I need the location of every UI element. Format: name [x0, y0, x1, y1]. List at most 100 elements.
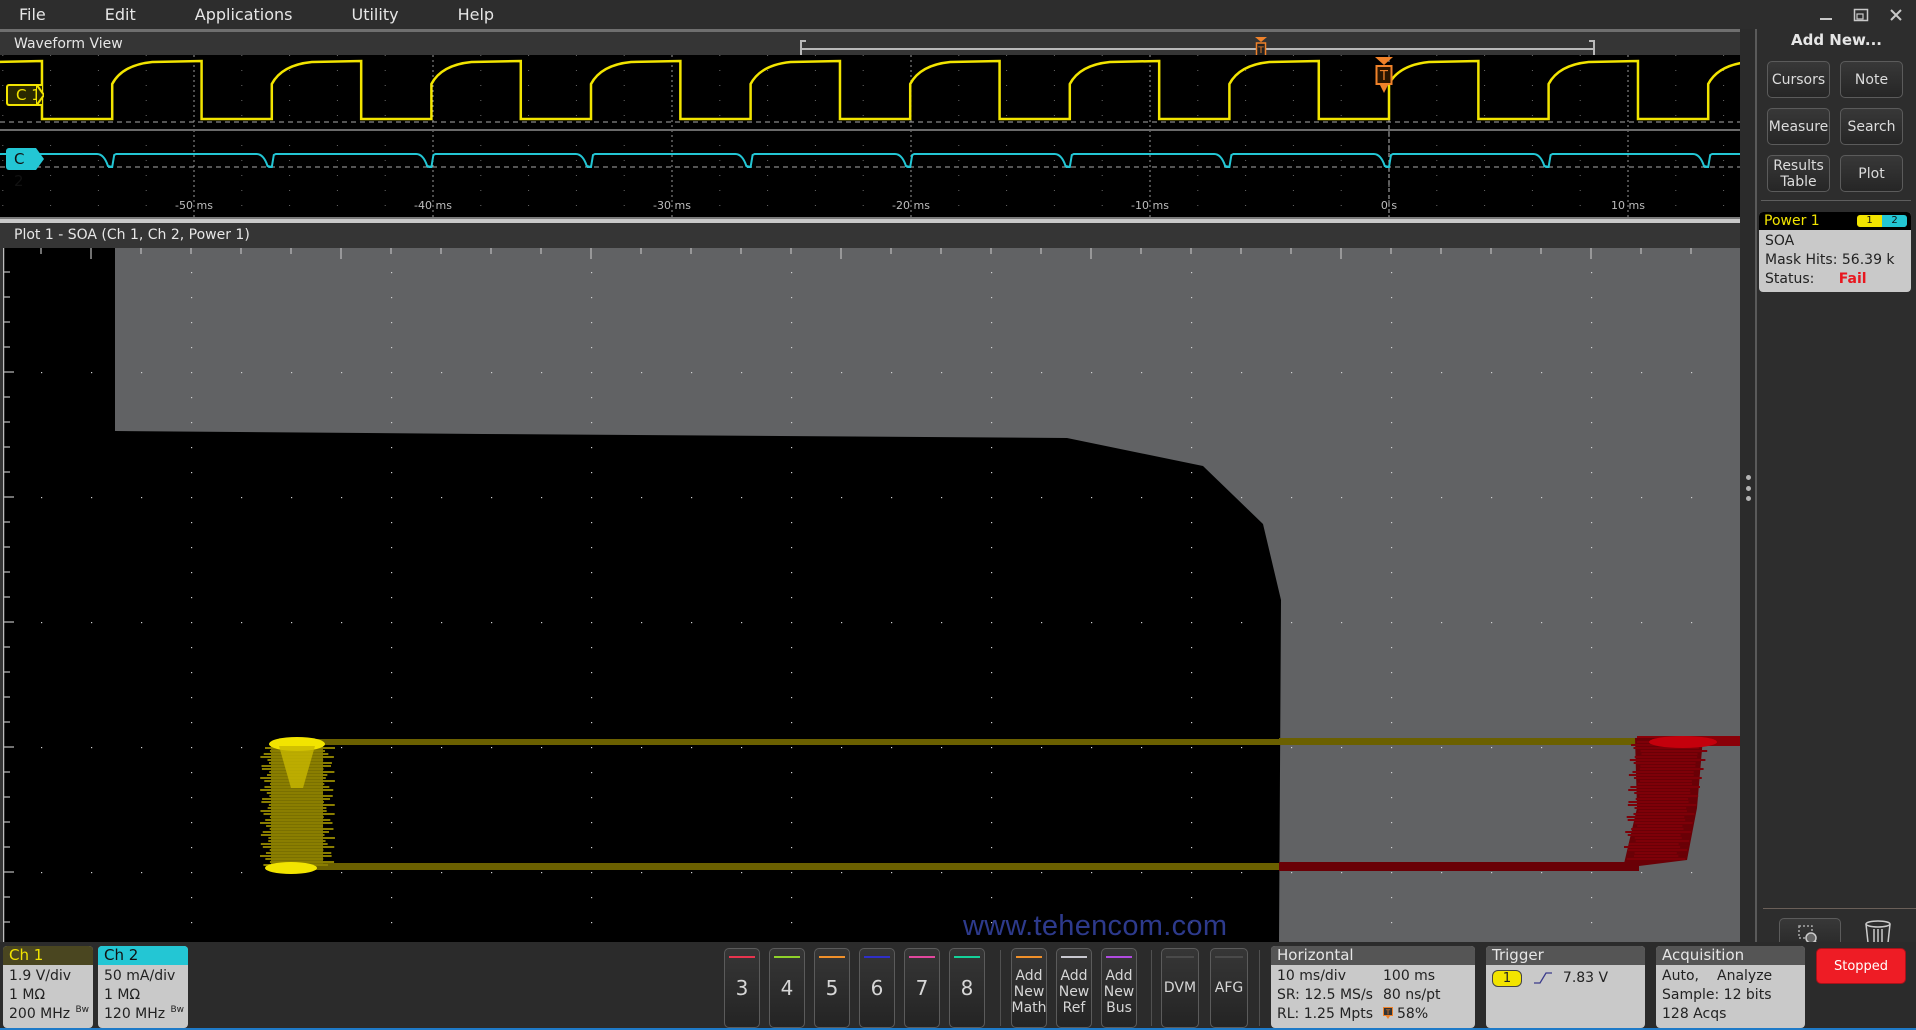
- ch1-settings-badge[interactable]: Ch 1 1.9 V/div 1 MΩ 200 MHz Bw: [3, 946, 93, 1028]
- ch1-scale: 1.9 V/div: [9, 968, 72, 984]
- close-icon[interactable]: [1878, 0, 1914, 29]
- grid-dot: [541, 622, 543, 624]
- ch6-label: 6: [870, 976, 884, 1000]
- grid-dot: [1041, 872, 1043, 874]
- menu-edit[interactable]: Edit: [86, 0, 155, 29]
- grid-dot: [1091, 747, 1093, 749]
- ch8-label: 8: [960, 976, 974, 1000]
- grid-dot: [891, 747, 893, 749]
- soa-plot-display[interactable]: [3, 248, 1740, 942]
- grid-dot: [591, 797, 593, 799]
- grid-dot: [1541, 747, 1543, 749]
- power-measurement-badge[interactable]: Power 1 1 2 SOA Mask Hits: 56.39 k Statu…: [1759, 212, 1911, 292]
- sidebar-resize-handle[interactable]: [1743, 475, 1753, 501]
- channel-4-button[interactable]: 4: [769, 948, 805, 1028]
- menu-applications[interactable]: Applications: [176, 0, 312, 29]
- grid-dot: [1541, 497, 1543, 499]
- grid-dot: [1191, 747, 1193, 749]
- grid-dot: [1641, 622, 1643, 624]
- grid-dot: [791, 497, 793, 499]
- grid-dot: [591, 897, 593, 899]
- grid-dot: [591, 522, 593, 524]
- sample-rate: SR: 12.5 MS/s: [1277, 987, 1373, 1003]
- afg-button[interactable]: AFG: [1210, 948, 1248, 1028]
- grid-dot: [1191, 522, 1193, 524]
- waveform-view-title: Waveform View: [14, 36, 123, 52]
- trigger-position-icon[interactable]: T: [1373, 57, 1395, 99]
- grid-dot: [1191, 322, 1193, 324]
- grid-dot: [591, 347, 593, 349]
- grid-dot: [1491, 372, 1493, 374]
- acquisition-settings-badge[interactable]: Acquisition Auto, Analyze Sample: 12 bits…: [1656, 946, 1805, 1028]
- channel-6-button[interactable]: 6: [859, 948, 895, 1028]
- add-search-button[interactable]: Search: [1840, 108, 1903, 145]
- grid-dot: [741, 872, 743, 874]
- grid-dot: [1391, 497, 1393, 499]
- channel-8-button[interactable]: 8: [949, 948, 985, 1028]
- menu-utility[interactable]: Utility: [333, 0, 418, 29]
- waveform-display[interactable]: C 1 C 2 T -50 ms -40 ms -30 ms -20 ms -1…: [0, 55, 1740, 217]
- restore-icon[interactable]: [1843, 0, 1879, 29]
- grid-dot: [191, 372, 193, 374]
- grid-dot: [991, 272, 993, 274]
- overview-track: [800, 48, 1595, 50]
- grid-dot: [791, 847, 793, 849]
- grid-dot: [791, 797, 793, 799]
- grid-dot: [1241, 872, 1243, 874]
- power-badge-name: Power 1: [1764, 213, 1820, 229]
- grid-dot: [241, 622, 243, 624]
- grid-dot: [691, 747, 693, 749]
- time-label: 0 s: [1380, 199, 1398, 212]
- grid-dot: [1291, 372, 1293, 374]
- channel-5-button[interactable]: 5: [814, 948, 850, 1028]
- channel-7-button[interactable]: 7: [904, 948, 940, 1028]
- ch2-ground-marker[interactable]: C 2: [6, 148, 36, 190]
- grid-dot: [1141, 622, 1143, 624]
- grid-dot: [1391, 722, 1393, 724]
- trigger-settings-badge[interactable]: Trigger 1 7.83 V: [1486, 946, 1645, 1028]
- grid-dot: [1341, 622, 1343, 624]
- grid-dot: [341, 372, 343, 374]
- ch2-settings-badge[interactable]: Ch 2 50 mA/div 1 MΩ 120 MHz Bw: [98, 946, 188, 1028]
- grid-dot: [1441, 622, 1443, 624]
- minimize-icon[interactable]: [1808, 0, 1844, 29]
- grid-dot: [491, 622, 493, 624]
- menu-help[interactable]: Help: [439, 0, 513, 29]
- grid-dot: [391, 772, 393, 774]
- dvm-button[interactable]: DVM: [1161, 948, 1199, 1028]
- add-cursors-button[interactable]: Cursors: [1767, 61, 1830, 98]
- add-measure-button[interactable]: Measure: [1767, 108, 1830, 145]
- add-new-math-button[interactable]: Add New Math: [1011, 948, 1047, 1028]
- acquisition-state: Analyze: [1717, 968, 1773, 984]
- grid-dot: [791, 472, 793, 474]
- grid-dot: [791, 872, 793, 874]
- menu-file[interactable]: File: [0, 0, 65, 29]
- add-note-button[interactable]: Note: [1840, 61, 1903, 98]
- channel-3-button[interactable]: 3: [724, 948, 760, 1028]
- add-results-table-button[interactable]: Results Table: [1767, 155, 1830, 192]
- grid-dot: [391, 722, 393, 724]
- add-new-bus-button[interactable]: Add New Bus: [1101, 948, 1137, 1028]
- run-stop-status-button[interactable]: Stopped: [1816, 948, 1906, 984]
- add-plot-button[interactable]: Plot: [1840, 155, 1903, 192]
- grid-dot: [791, 822, 793, 824]
- mask-hits-label: Mask Hits:: [1765, 252, 1838, 268]
- grid-dot: [41, 497, 43, 499]
- upper-trace-pass-mask: [1279, 738, 1637, 745]
- add-new-ref-button[interactable]: Add New Ref: [1056, 948, 1092, 1028]
- grid-dot: [191, 422, 193, 424]
- grid-dot: [1241, 622, 1243, 624]
- grid-dot: [191, 497, 193, 499]
- grid-dot: [741, 622, 743, 624]
- grid-dot: [191, 747, 193, 749]
- horizontal-settings-badge[interactable]: Horizontal 10 ms/div 100 ms SR: 12.5 MS/s…: [1271, 946, 1475, 1028]
- grid-dot: [791, 647, 793, 649]
- grid-dot: [391, 872, 393, 874]
- grid-dot: [1391, 297, 1393, 299]
- left-transition-cloud: [260, 737, 335, 874]
- grid-dot: [1391, 347, 1393, 349]
- grid-dot: [391, 822, 393, 824]
- grid-dot: [1591, 522, 1593, 524]
- acquisition-sample: Sample: 12 bits: [1662, 987, 1772, 1003]
- grid-dot: [941, 872, 943, 874]
